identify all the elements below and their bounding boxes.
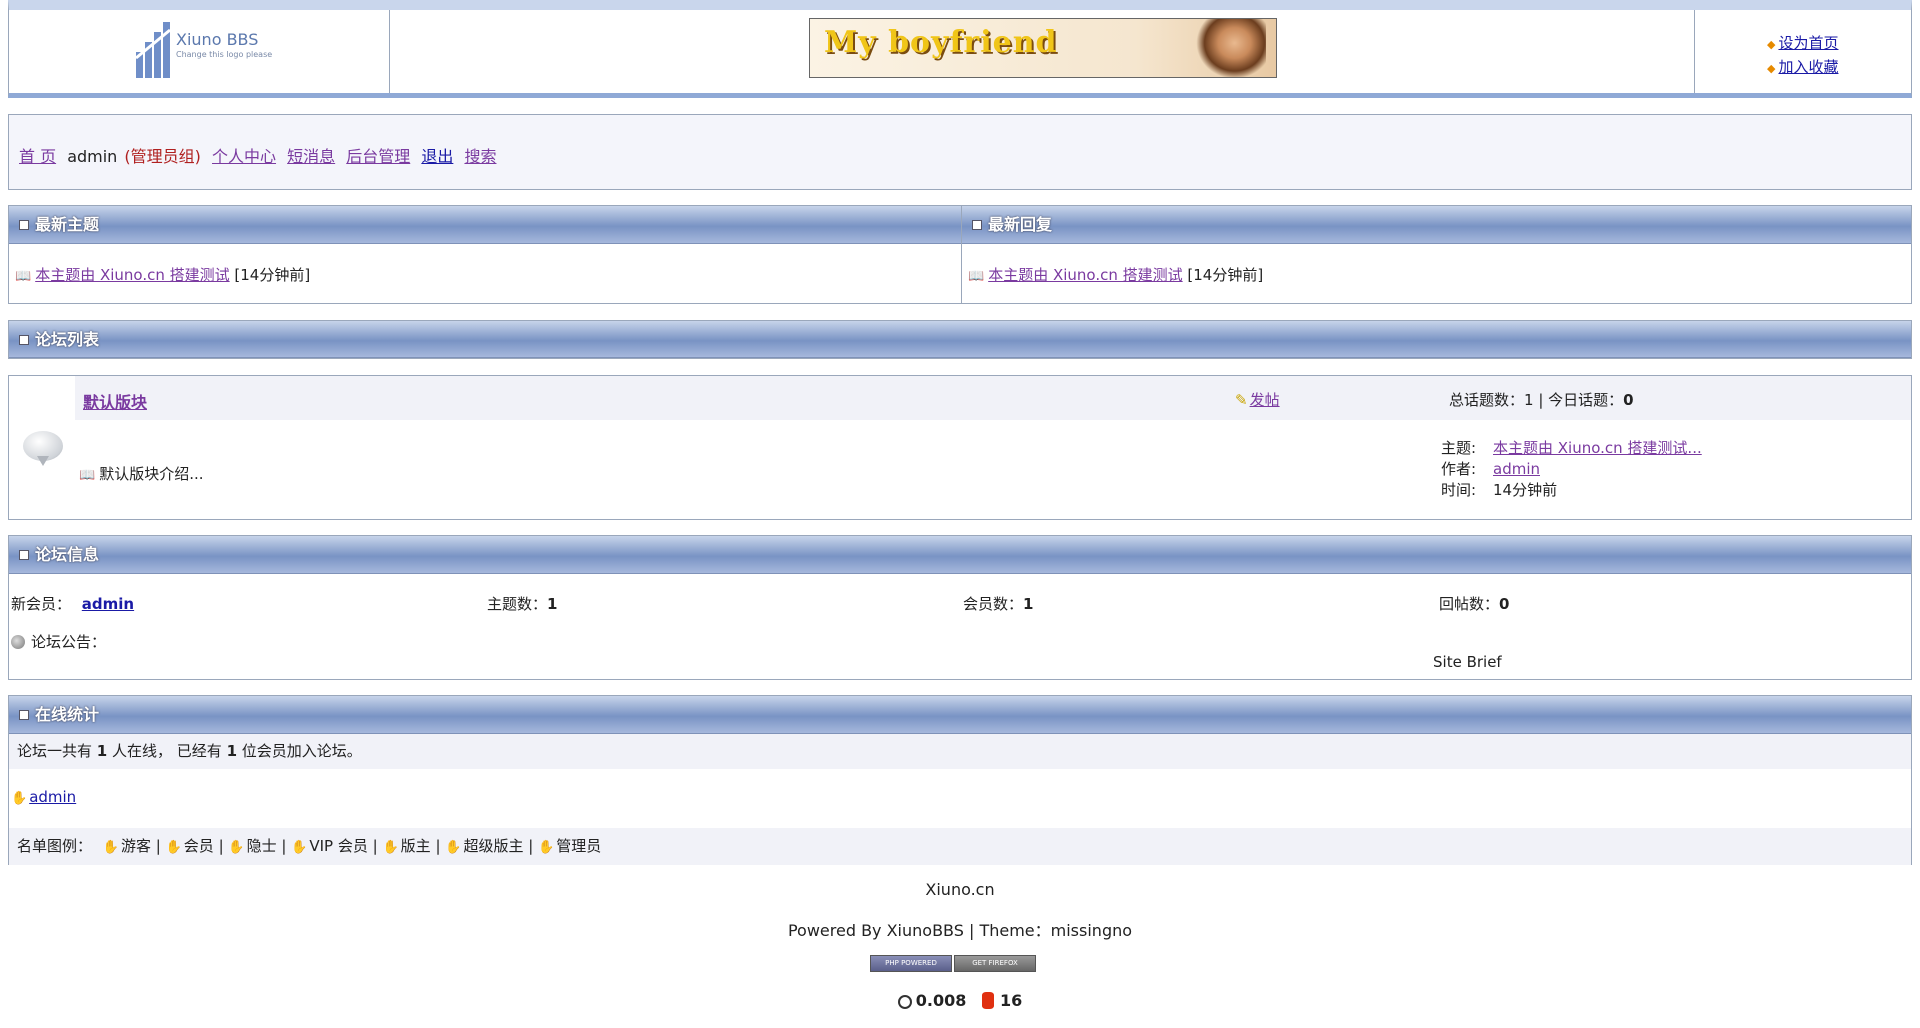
latest-topics: 最新主题 📖 本主题由 Xiuno.cn 搭建测试 [14分钟前] — [9, 206, 962, 303]
nav-admin-panel-link[interactable]: 后台管理 — [346, 147, 410, 166]
logo-bars-icon — [135, 22, 171, 78]
nav-bar: 首 页 admin (管理员组) 个人中心 短消息 后台管理 退出 搜索 — [8, 114, 1912, 190]
forum-row: 默认版块 ✎ 发帖 总话题数：1 | 今日话题：0 📖 默认版块介绍... 主题: 本… — [8, 375, 1912, 520]
latest-replies: 最新回复 📖 本主题由 Xiuno.cn 搭建测试 [14分钟前] — [962, 206, 1911, 303]
last-author-link[interactable]: admin — [1493, 460, 1540, 478]
online-summary: 论坛一共有 1 人在线， 已经有 1 位会员加入论坛。 — [9, 734, 1911, 769]
nav-home-link[interactable]: 首 页 — [19, 147, 56, 166]
logo-title: Xiuno BBS — [176, 30, 259, 49]
nav-search-link[interactable]: 搜索 — [464, 147, 496, 166]
latest-topics-header: 最新主题 — [9, 206, 961, 244]
new-member-link[interactable]: admin — [82, 595, 134, 613]
latest-section: 最新主题 📖 本主题由 Xiuno.cn 搭建测试 [14分钟前] 最新回复 📖 本… — [8, 205, 1912, 304]
book-icon: 📖 — [968, 269, 985, 284]
banner-photo — [1196, 19, 1266, 77]
guest-hand-icon: ✋ — [102, 840, 119, 855]
section-square-icon — [19, 335, 29, 345]
forum-notice: 论坛公告： — [11, 631, 106, 652]
latest-topic-link[interactable]: 本主题由 Xiuno.cn 搭建测试 — [35, 266, 229, 284]
logo-cell: Xiuno BBS Change this logo please — [9, 10, 390, 93]
posts-stat: 回帖数：0 — [1439, 595, 1510, 613]
super-moderator-hand-icon: ✋ — [445, 840, 462, 855]
section-square-icon — [19, 710, 29, 720]
latest-reply-time: [14分钟前] — [1187, 266, 1264, 284]
banner-text: My boyfriend — [824, 25, 1058, 60]
logo-subtitle: Change this logo please — [176, 50, 273, 59]
nav-user-center-link[interactable]: 个人中心 — [212, 147, 276, 166]
set-homepage-link[interactable]: 设为首页 — [1778, 34, 1838, 52]
forum-info-header: 论坛信息 — [9, 536, 1911, 574]
online-legend: 名单图例： ✋ 游客 | ✋ 会员 | ✋ 隐士 | ✋ VIP 会员 | ✋ 版主 | … — [9, 828, 1911, 865]
hermit-hand-icon: ✋ — [228, 840, 245, 855]
header-links: ◆ 设为首页 ◆ 加入收藏 — [1694, 10, 1911, 93]
online-user: ✋ admin — [11, 788, 76, 806]
forum-last-post: 主题: 本主题由 Xiuno.cn 搭建测试... 作者: admin 时间: 14分… — [1441, 439, 1702, 499]
member-hand-icon: ✋ — [165, 840, 182, 855]
section-square-icon — [19, 550, 29, 560]
latest-replies-title: 最新回复 — [988, 215, 1053, 234]
book-icon: 📖 — [79, 468, 96, 483]
header: Xiuno BBS Change this logo please My boy… — [8, 0, 1912, 98]
ad-banner[interactable]: My boyfriend — [809, 18, 1277, 78]
last-topic-link[interactable]: 本主题由 Xiuno.cn 搭建测试... — [1493, 439, 1702, 457]
moderator-hand-icon: ✋ — [382, 840, 399, 855]
online-header: 在线统计 — [9, 696, 1911, 734]
diamond-icon: ◆ — [1767, 62, 1776, 75]
new-member-stat: 新会员： admin — [11, 595, 135, 613]
latest-topic-time: [14分钟前] — [234, 266, 311, 284]
pencil-icon: ✎ — [1235, 391, 1248, 409]
nav-username: admin — [67, 147, 118, 166]
last-post-time: 14分钟前 — [1493, 481, 1558, 499]
nav-user-group: (管理员组) — [124, 147, 201, 166]
admin-hand-icon: ✋ — [11, 791, 28, 806]
online-title: 在线统计 — [35, 705, 100, 724]
footer: Xiuno.cn Powered By XiunoBBS | Theme：mis… — [8, 878, 1912, 1018]
latest-replies-header: 最新回复 — [962, 206, 1911, 244]
footer-badges: PHP POWERED GET FIREFOX — [870, 955, 1036, 974]
database-icon — [981, 992, 994, 1009]
vip-hand-icon: ✋ — [291, 840, 308, 855]
new-post-link[interactable]: 发帖 — [1250, 391, 1280, 409]
get-firefox-badge[interactable]: GET FIREFOX — [954, 955, 1036, 972]
forum-description: 📖 默认版块介绍... — [79, 465, 204, 483]
latest-topics-title: 最新主题 — [35, 215, 100, 234]
add-favorite-link[interactable]: 加入收藏 — [1778, 58, 1838, 76]
nav-messages-link[interactable]: 短消息 — [287, 147, 335, 166]
footer-site: Xiuno.cn — [925, 880, 995, 899]
banner-cell: My boyfriend — [389, 10, 1695, 93]
forum-info-section: 论坛信息 新会员： admin 主题数：1 会员数：1 回帖数：0 论坛公告： … — [8, 535, 1912, 680]
logo[interactable]: Xiuno BBS Change this logo please — [134, 18, 284, 82]
diamond-icon: ◆ — [1767, 38, 1776, 51]
section-square-icon — [19, 220, 29, 230]
online-user-link[interactable]: admin — [29, 788, 76, 806]
nav-logout-link[interactable]: 退出 — [421, 147, 453, 166]
forum-stats: 总话题数：1 | 今日话题：0 — [1449, 391, 1634, 409]
forum-list-title: 论坛列表 — [35, 330, 100, 349]
forum-list-header: 论坛列表 — [8, 320, 1912, 359]
site-brief: Site Brief — [1433, 653, 1502, 671]
speaker-icon — [11, 635, 25, 649]
online-section: 在线统计 论坛一共有 1 人在线， 已经有 1 位会员加入论坛。 ✋ admin … — [8, 695, 1912, 865]
section-square-icon — [972, 220, 982, 230]
book-icon: 📖 — [15, 269, 32, 284]
admin-hand-icon: ✋ — [538, 840, 555, 855]
members-stat: 会员数：1 — [963, 595, 1034, 613]
forum-name-link[interactable]: 默认版块 — [83, 389, 147, 413]
php-powered-badge[interactable]: PHP POWERED — [870, 955, 952, 972]
stopwatch-icon — [897, 995, 912, 1009]
footer-powered: Powered By XiunoBBS | Theme：missingno — [787, 921, 1133, 940]
footer-performance: 0.008 16 — [8, 991, 1912, 1010]
topics-stat: 主题数：1 — [487, 595, 558, 613]
latest-reply-link[interactable]: 本主题由 Xiuno.cn 搭建测试 — [988, 266, 1182, 284]
forum-info-title: 论坛信息 — [35, 545, 100, 564]
